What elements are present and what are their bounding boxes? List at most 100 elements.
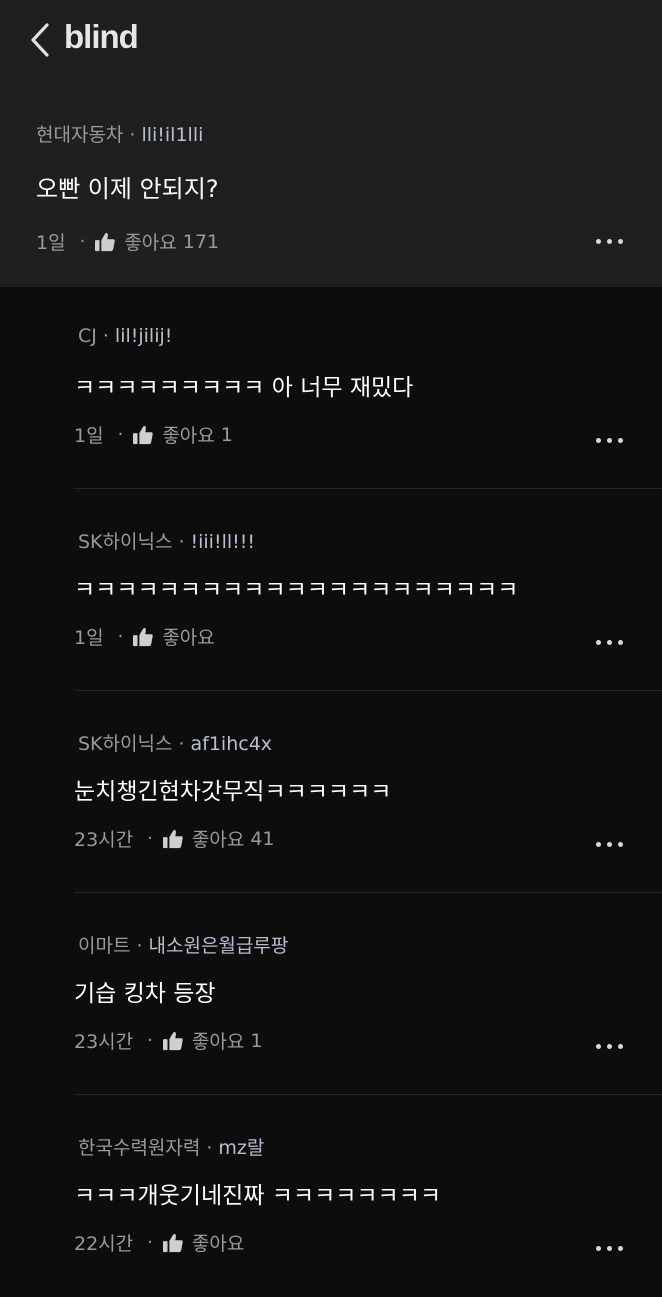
like-button[interactable]: 좋아요 1: [162, 1027, 263, 1054]
dot: [618, 640, 623, 645]
separator-dot: ·: [117, 424, 124, 445]
dot: [618, 239, 623, 244]
comment-more-button[interactable]: [596, 1044, 626, 1052]
comment-more-button[interactable]: [596, 640, 626, 648]
thumbs-up-icon: [162, 1233, 183, 1252]
dot: [596, 842, 601, 847]
comment-author[interactable]: SK하이닉스 · af1ihc4x: [78, 729, 272, 756]
comment: 한국수력원자력 · mz랄 ㅋㅋㅋ개웃기네진짜 ㅋㅋㅋㅋㅋㅋㅋㅋ 22시간 · 좋아…: [74, 1095, 662, 1297]
post-header-area: blind 현대자동차 · lli!il1lli 오빤 이제 안되지? 1일 · 좋…: [0, 0, 662, 287]
separator-dot: ·: [147, 1030, 153, 1051]
like-label: 좋아요: [124, 232, 177, 254]
comment-stats: 23시간 · 좋아요 41: [74, 825, 275, 852]
like-button[interactable]: 좋아요 171: [94, 228, 219, 255]
separator-dot: ·: [206, 1137, 213, 1159]
like-label: 좋아요: [191, 829, 245, 851]
like-count: 1: [220, 423, 233, 446]
post-stats: 1일 · 좋아요 171: [36, 228, 636, 255]
like-label: 좋아요: [162, 425, 215, 447]
comment: 이마트 · 내소원은월급루팡 기습 킹차 등장 23시간 · 좋아요 1: [74, 893, 662, 1095]
like-button[interactable]: 좋아요 1: [132, 421, 233, 448]
post-author[interactable]: 현대자동차 · lli!il1lli: [36, 120, 636, 147]
like-count: 1: [250, 1029, 263, 1052]
separator-dot: ·: [136, 935, 143, 957]
comment-stats: 1일 · 좋아요: [74, 623, 221, 650]
dot: [618, 842, 623, 847]
post-time: 1일: [36, 232, 66, 254]
comment-time: 23시간: [74, 1031, 134, 1053]
separator-dot: ·: [147, 1232, 153, 1253]
comment-time: 23시간: [74, 829, 134, 851]
company-name: 현대자동차: [36, 124, 124, 146]
chevron-left-icon: [31, 23, 49, 57]
comment-text: ㅋㅋㅋ개웃기네진짜 ㅋㅋㅋㅋㅋㅋㅋㅋ: [74, 1183, 442, 1209]
company-name: SK하이닉스: [78, 733, 173, 755]
comment-stats: 1일 · 좋아요 1: [74, 421, 233, 448]
dot: [618, 1044, 623, 1049]
dot: [596, 239, 601, 244]
comment-author[interactable]: CJ · lil!jilij!: [78, 325, 172, 347]
comment-stats: 22시간 · 좋아요: [74, 1229, 250, 1256]
nickname: 내소원은월급루팡: [148, 935, 289, 957]
separator-dot: ·: [117, 626, 124, 647]
comment-text: ㅋㅋㅋㅋㅋㅋㅋㅋㅋ 아 너무 재밌다: [74, 375, 414, 401]
company-name: 이마트: [78, 935, 131, 957]
comment-more-button[interactable]: [596, 842, 626, 850]
like-count: 171: [182, 230, 220, 253]
dot: [607, 842, 612, 847]
nickname: lli!il1lli: [141, 124, 204, 146]
comment-author[interactable]: 한국수력원자력 · mz랄: [78, 1133, 264, 1160]
like-count: 41: [250, 827, 275, 850]
comment-stats: 23시간 · 좋아요 1: [74, 1027, 262, 1054]
separator-dot: ·: [178, 733, 185, 755]
blind-logo[interactable]: blind: [64, 18, 139, 56]
dot: [596, 438, 601, 443]
comment-more-button[interactable]: [596, 1246, 626, 1254]
dot: [618, 1246, 623, 1251]
dot: [607, 438, 612, 443]
like-button[interactable]: 좋아요: [132, 623, 220, 650]
separator-dot: ·: [102, 325, 109, 347]
like-button[interactable]: 좋아요: [162, 1229, 250, 1256]
post: 현대자동차 · lli!il1lli 오빤 이제 안되지? 1일 · 좋아요 171: [36, 120, 636, 255]
thumbs-up-icon: [162, 1031, 183, 1050]
nickname: lil!jilij!: [114, 325, 173, 347]
dot: [607, 640, 612, 645]
company-name: 한국수력원자력: [78, 1137, 201, 1159]
company-name: SK하이닉스: [78, 531, 173, 553]
separator-dot: ·: [147, 828, 153, 849]
dot: [607, 1044, 612, 1049]
dot: [607, 239, 612, 244]
like-label: 좋아요: [191, 1031, 245, 1053]
comment-time: 22시간: [74, 1233, 134, 1255]
like-label: 좋아요: [191, 1233, 245, 1255]
like-button[interactable]: 좋아요 41: [162, 825, 275, 852]
thumbs-up-icon: [133, 627, 154, 646]
comment-text: 눈치챙긴현차갓무직ㅋㅋㅋㅋㅋㅋ: [74, 779, 392, 805]
back-button[interactable]: [22, 18, 58, 62]
thumbs-up-icon: [95, 232, 116, 251]
comment: CJ · lil!jilij! ㅋㅋㅋㅋㅋㅋㅋㅋㅋ 아 너무 재밌다 1일 · 좋아…: [74, 287, 662, 489]
comment-more-button[interactable]: [596, 438, 626, 446]
comment: SK하이닉스 · !iii!ll!!! ㅋㅋㅋㅋㅋㅋㅋㅋㅋㅋㅋㅋㅋㅋㅋㅋㅋㅋㅋㅋㅋ …: [74, 489, 662, 691]
separator-dot: ·: [178, 531, 185, 553]
app-header: blind: [0, 0, 662, 80]
comment: SK하이닉스 · af1ihc4x 눈치챙긴현차갓무직ㅋㅋㅋㅋㅋㅋ 23시간 · 좋…: [74, 691, 662, 893]
post-more-button[interactable]: [596, 239, 626, 247]
dot: [618, 438, 623, 443]
thumbs-up-icon: [133, 425, 154, 444]
dot: [596, 1246, 601, 1251]
dot: [607, 1246, 612, 1251]
thumbs-up-icon: [162, 829, 183, 848]
comment-author[interactable]: 이마트 · 내소원은월급루팡: [78, 931, 288, 958]
company-name: CJ: [78, 325, 97, 347]
like-label: 좋아요: [162, 627, 215, 649]
separator-dot: ·: [79, 231, 86, 252]
post-title: 오빤 이제 안되지?: [36, 175, 219, 203]
nickname: !iii!ll!!!: [190, 531, 255, 553]
comment-author[interactable]: SK하이닉스 · !iii!ll!!!: [78, 527, 255, 554]
dot: [596, 1044, 601, 1049]
comment-time: 1일: [74, 425, 104, 447]
comment-list: CJ · lil!jilij! ㅋㅋㅋㅋㅋㅋㅋㅋㅋ 아 너무 재밌다 1일 · 좋아…: [0, 287, 662, 1297]
comment-text: 기습 킹차 등장: [74, 981, 216, 1007]
